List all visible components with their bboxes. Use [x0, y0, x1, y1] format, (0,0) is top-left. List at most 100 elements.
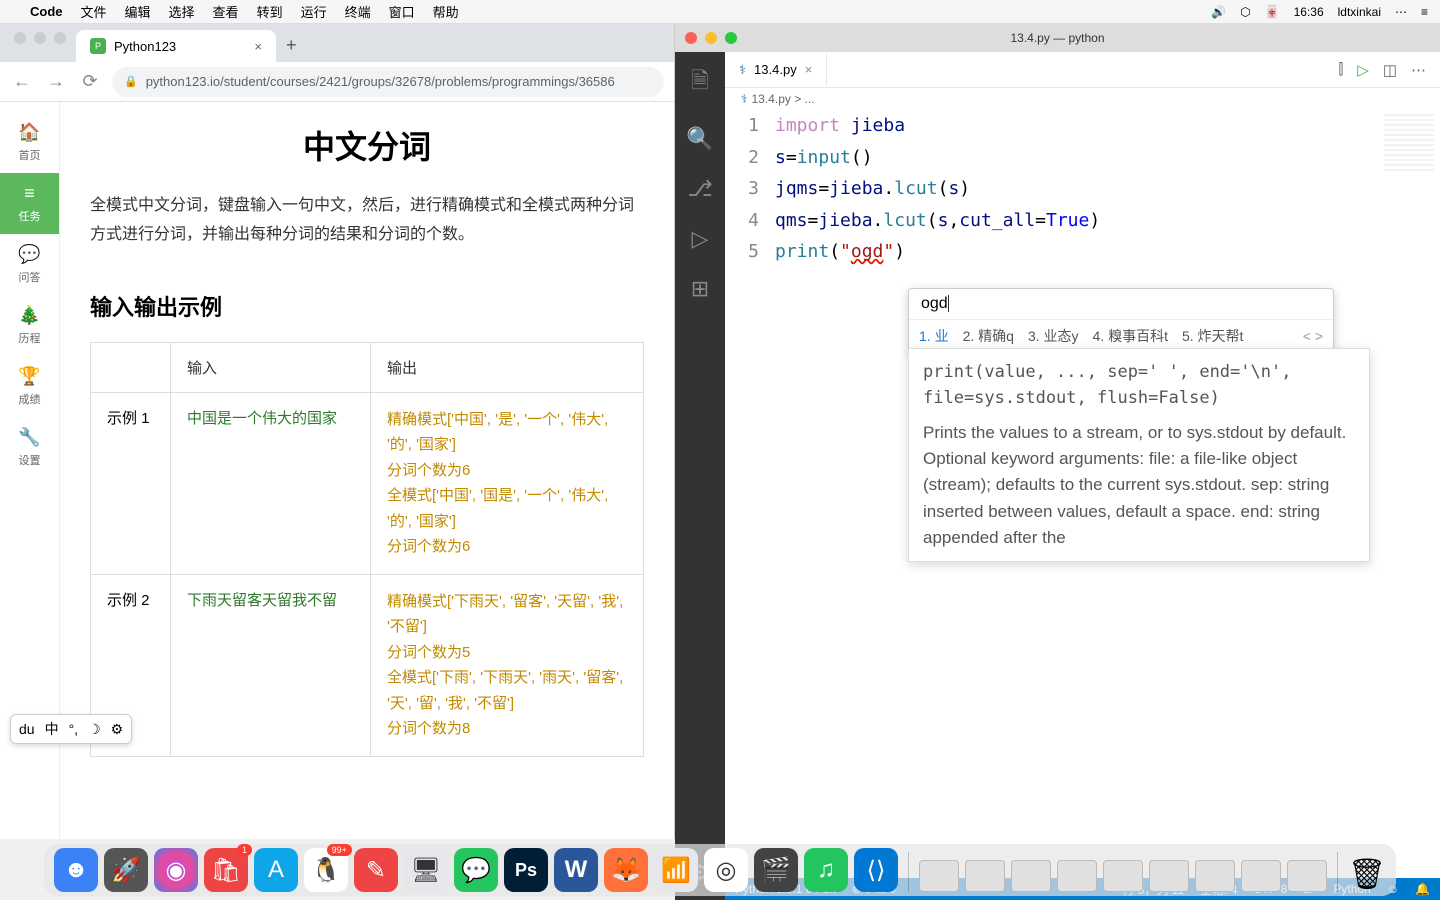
menu-view[interactable]: 查看: [213, 2, 239, 21]
status-icon-1[interactable]: ⬡: [1240, 5, 1250, 19]
minimize-window-button[interactable]: [705, 32, 717, 44]
ime-candidate[interactable]: 5. 炸天帮t: [1182, 326, 1243, 346]
dock-app-siri[interactable]: ◉: [154, 848, 198, 892]
dock-minimized-window[interactable]: [919, 860, 959, 892]
dock-minimized-window[interactable]: [965, 860, 1005, 892]
volume-icon[interactable]: 🔊: [1211, 5, 1226, 19]
dock-app-wechat[interactable]: 💬: [454, 848, 498, 892]
ime-candidate[interactable]: 1. 业: [919, 326, 949, 346]
ime-toolbar[interactable]: du 中 °, ☽ ⚙: [10, 714, 132, 744]
badge: 1: [237, 844, 252, 856]
reload-button[interactable]: ⟳: [78, 71, 102, 92]
section-title: 输入输出示例: [90, 290, 644, 322]
ime-candidate-popup[interactable]: ogd 1. 业 2. 精确q 3. 业态y 4. 糗事百科t 5. 炸天帮t …: [908, 288, 1334, 353]
debug-icon[interactable]: ▷: [692, 226, 709, 252]
maximize-window-button[interactable]: [725, 32, 737, 44]
dock-app-vscode[interactable]: ⟨⟩: [854, 848, 898, 892]
page-description: 全模式中文分词，键盘输入一句中文，然后，进行精确模式和全模式两种分词方式进行分词…: [90, 192, 644, 250]
search-icon[interactable]: 🔍: [686, 126, 713, 152]
dock-app-qq[interactable]: 🐧99+: [304, 848, 348, 892]
close-window-button[interactable]: [14, 32, 26, 44]
menu-run[interactable]: 运行: [301, 2, 327, 21]
maximize-window-button[interactable]: [54, 32, 66, 44]
dock-app-music[interactable]: ♫: [804, 848, 848, 892]
dock-app-finder[interactable]: ☻: [54, 848, 98, 892]
dock-app-appstore2[interactable]: A: [254, 848, 298, 892]
new-tab-button[interactable]: +: [276, 29, 307, 62]
more-actions-icon[interactable]: ⋯: [1411, 61, 1426, 79]
example-input: 中国是一个伟大的国家: [171, 392, 371, 574]
dock-app-wifi[interactable]: 📶: [654, 848, 698, 892]
dock-app-editor[interactable]: ✎: [354, 848, 398, 892]
clock[interactable]: 16:36: [1294, 5, 1324, 19]
split-preview-icon[interactable]: ⫿: [1338, 61, 1343, 79]
menu-terminal[interactable]: 终端: [345, 2, 371, 21]
dock-app-word[interactable]: W: [554, 848, 598, 892]
window-title: 13.4.py — python: [1010, 31, 1104, 45]
dock-app-appstore[interactable]: 🛍1: [204, 848, 248, 892]
dock-minimized-window[interactable]: [1149, 860, 1189, 892]
sidebar-home[interactable]: 🏠首页: [0, 112, 59, 173]
dock-trash-icon[interactable]: 🗑: [1348, 857, 1386, 892]
dock-minimized-window[interactable]: [1195, 860, 1235, 892]
status-icon-2[interactable]: 🀄: [1265, 5, 1280, 19]
menu-edit[interactable]: 编辑: [125, 2, 151, 21]
ime-candidate[interactable]: 2. 精确q: [963, 326, 1014, 346]
user-name[interactable]: ldtxinkai: [1338, 5, 1381, 19]
menubar-app-name[interactable]: Code: [30, 4, 63, 19]
dock-minimized-window[interactable]: [1241, 860, 1281, 892]
close-window-button[interactable]: [685, 32, 697, 44]
tab-title: Python123: [114, 39, 176, 54]
address-bar[interactable]: 🔒 python123.io/student/courses/2421/grou…: [112, 67, 664, 97]
browser-tab[interactable]: P Python123 ×: [76, 30, 276, 62]
menu-go[interactable]: 转到: [257, 2, 283, 21]
ime-page-nav[interactable]: < >: [1303, 328, 1323, 344]
dock-app-movie[interactable]: 🎬: [754, 848, 798, 892]
sidebar-history[interactable]: 🎄历程: [0, 295, 59, 356]
doc-text: Prints the values to a stream, or to sys…: [923, 420, 1355, 552]
ime-logo-icon[interactable]: du: [19, 721, 35, 737]
back-button[interactable]: ←: [10, 71, 34, 92]
editor-tab[interactable]: ⚕ 13.4.py ×: [725, 54, 827, 86]
sidebar-settings[interactable]: 🔧设置: [0, 417, 59, 478]
dock-app-launchpad[interactable]: 🚀: [104, 848, 148, 892]
sidebar-qa[interactable]: 💬问答: [0, 234, 59, 295]
menu-file[interactable]: 文件: [81, 2, 107, 21]
menu-help[interactable]: 帮助: [433, 2, 459, 21]
ime-candidate[interactable]: 3. 业态y: [1028, 326, 1079, 346]
dock-minimized-window[interactable]: [1287, 860, 1327, 892]
dock-app-firefox[interactable]: 🦊: [604, 848, 648, 892]
dock-minimized-window[interactable]: [1103, 860, 1143, 892]
breadcrumb[interactable]: ⚕ 13.4.py > ...: [725, 88, 1440, 110]
ime-candidate[interactable]: 4. 糗事百科t: [1093, 326, 1168, 346]
forward-button[interactable]: →: [44, 71, 68, 92]
sidebar-tasks[interactable]: ≡任务: [0, 173, 59, 234]
run-button-icon[interactable]: ▷: [1357, 61, 1369, 79]
dock-app-chrome[interactable]: ◎: [704, 848, 748, 892]
menu-icon[interactable]: ≡: [1421, 5, 1428, 19]
source-control-icon[interactable]: ⎇: [687, 176, 712, 202]
dock: ☻ 🚀 ◉ 🛍1 A 🐧99+ ✎ 🖥 💬 Ps W 🦊 📶 ◎ 🎬 ♫ ⟨⟩: [44, 844, 1396, 896]
split-editor-icon[interactable]: ◫: [1383, 61, 1397, 79]
extensions-icon[interactable]: ⊞: [691, 276, 709, 302]
ime-punct-toggle[interactable]: °,: [69, 721, 79, 737]
tab-close-icon[interactable]: ×: [254, 39, 262, 54]
dock-minimized-window[interactable]: [1057, 860, 1097, 892]
ime-settings-icon[interactable]: ⚙: [111, 721, 124, 738]
explorer-icon[interactable]: 🗎: [691, 64, 709, 102]
ime-moon-icon[interactable]: ☽: [88, 721, 101, 738]
sidebar-grades[interactable]: 🏆成绩: [0, 356, 59, 417]
more-icon[interactable]: ⋯: [1395, 5, 1407, 19]
dock-minimized-window[interactable]: [1011, 860, 1051, 892]
menu-select[interactable]: 选择: [169, 2, 195, 21]
dock-app-settings[interactable]: 🖥: [404, 848, 448, 892]
minimap[interactable]: [1384, 114, 1434, 174]
activity-bar: 🗎 🔍 ⎇ ▷ ⊞ ⚙: [675, 52, 725, 900]
mac-menubar: Code 文件 编辑 选择 查看 转到 运行 终端 窗口 帮助 🔊 ⬡ 🀄 16…: [0, 0, 1440, 24]
menu-window[interactable]: 窗口: [389, 2, 415, 21]
minimize-window-button[interactable]: [34, 32, 46, 44]
ime-lang-toggle[interactable]: 中: [45, 719, 59, 739]
dock-app-photoshop[interactable]: Ps: [504, 848, 548, 892]
python-file-icon: ⚕: [739, 62, 746, 78]
tab-close-icon[interactable]: ×: [805, 62, 813, 77]
